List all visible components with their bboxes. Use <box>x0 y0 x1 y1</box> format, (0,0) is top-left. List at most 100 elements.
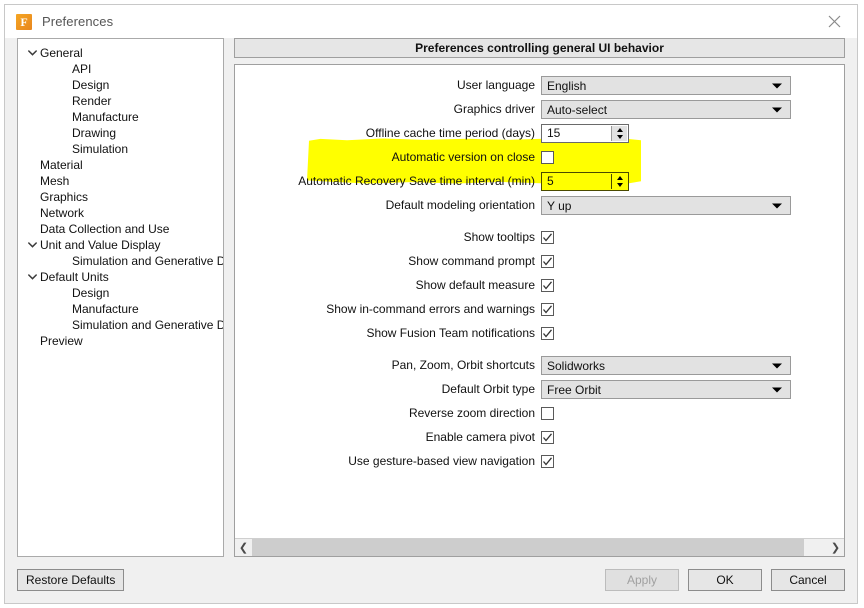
panel-header: Preferences controlling general UI behav… <box>234 38 845 58</box>
user-language-value: English <box>547 78 587 93</box>
window-title: Preferences <box>42 14 114 29</box>
apply-button[interactable]: Apply <box>605 569 679 591</box>
scrollbar-thumb[interactable] <box>252 539 804 556</box>
auto-recovery-interval-stepper[interactable]: 5 <box>541 172 629 191</box>
pan-zoom-orbit-shortcuts-combo[interactable]: Solidworks <box>541 356 791 375</box>
automatic-version-on-close-checkbox[interactable] <box>541 151 554 164</box>
scrollbar-track[interactable] <box>252 539 827 556</box>
sidebar-item-manufacture[interactable]: Manufacture <box>18 109 223 125</box>
sidebar-item-drawing[interactable]: Drawing <box>18 125 223 141</box>
sidebar-item-unit-and-value-display[interactable]: Unit and Value Display <box>18 237 223 253</box>
sidebar-item-label: Design <box>72 78 110 92</box>
sidebar-item-api[interactable]: API <box>18 61 223 77</box>
reverse-zoom-direction-checkbox[interactable] <box>541 407 554 420</box>
show-fusion-team-notifications-checkbox[interactable] <box>541 327 554 340</box>
chevron-right-icon[interactable]: ❯ <box>827 539 844 556</box>
ok-button[interactable]: OK <box>688 569 762 591</box>
sidebar-item-manufacture[interactable]: Manufacture <box>18 301 223 317</box>
sidebar-item-design[interactable]: Design <box>18 285 223 301</box>
chevron-left-icon[interactable]: ❮ <box>235 539 252 556</box>
cancel-button[interactable]: Cancel <box>771 569 845 591</box>
sidebar-item-label: Drawing <box>72 126 117 140</box>
sidebar-item-label: Network <box>40 206 85 220</box>
label-auto-recovery-interval: Automatic Recovery Save time interval (m… <box>298 174 535 188</box>
sidebar-item-general[interactable]: General <box>18 45 223 61</box>
sidebar-item-label: API <box>72 62 92 76</box>
horizontal-scrollbar[interactable]: ❮ ❯ <box>235 538 844 556</box>
sidebar-item-label: Unit and Value Display <box>40 238 161 252</box>
chevron-down-icon <box>772 83 782 88</box>
row-enable-camera-pivot: Enable camera pivot <box>235 428 844 447</box>
app-icon-letter: F <box>20 14 28 29</box>
row-automatic-version-on-close: Automatic version on close <box>235 148 844 167</box>
user-language-combo[interactable]: English <box>541 76 791 95</box>
sidebar-item-simulation-and-generative-design[interactable]: Simulation and Generative Design <box>18 317 223 333</box>
triangle-up-icon <box>616 175 623 180</box>
show-tooltips-checkbox[interactable] <box>541 231 554 244</box>
sidebar-item-label: Simulation and Generative Design <box>72 318 223 332</box>
chevron-down-icon <box>772 203 782 208</box>
settings-form: User language English Graphics driver Au… <box>235 65 844 471</box>
sidebar-item-simulation[interactable]: Simulation <box>18 141 223 157</box>
sidebar-item-label: Preview <box>40 334 83 348</box>
row-show-tooltips: Show tooltips <box>235 228 844 247</box>
show-in-command-errors-checkbox[interactable] <box>541 303 554 316</box>
stepper-up-button[interactable] <box>612 174 627 182</box>
row-pan-zoom-orbit-shortcuts: Pan, Zoom, Orbit shortcuts Solidworks <box>235 356 844 375</box>
row-user-language: User language English <box>235 76 844 95</box>
chevron-down-icon[interactable] <box>24 274 40 280</box>
use-gesture-navigation-checkbox[interactable] <box>541 455 554 468</box>
row-default-modeling-orientation: Default modeling orientation Y up <box>235 196 844 215</box>
stepper-down-button[interactable] <box>612 182 627 190</box>
chevron-down-icon[interactable] <box>24 242 40 248</box>
graphics-driver-value: Auto-select <box>547 102 608 117</box>
sidebar-item-design[interactable]: Design <box>18 77 223 93</box>
label-default-modeling-orientation: Default modeling orientation <box>385 198 535 212</box>
sidebar-item-graphics[interactable]: Graphics <box>18 189 223 205</box>
sidebar-item-label: Default Units <box>40 270 109 284</box>
show-default-measure-checkbox[interactable] <box>541 279 554 292</box>
sidebar-item-network[interactable]: Network <box>18 205 223 221</box>
sidebar-item-label: Manufacture <box>72 302 139 316</box>
default-modeling-orientation-value: Y up <box>547 198 572 213</box>
triangle-down-icon <box>616 183 623 188</box>
close-icon[interactable] <box>811 5 857 38</box>
enable-camera-pivot-checkbox[interactable] <box>541 431 554 444</box>
offline-cache-stepper[interactable]: 15 <box>541 124 629 143</box>
row-use-gesture-navigation: Use gesture-based view navigation <box>235 452 844 471</box>
show-command-prompt-checkbox[interactable] <box>541 255 554 268</box>
row-offline-cache: Offline cache time period (days) 15 <box>235 124 844 143</box>
sidebar-item-material[interactable]: Material <box>18 157 223 173</box>
label-enable-camera-pivot: Enable camera pivot <box>425 430 535 444</box>
sidebar-item-render[interactable]: Render <box>18 93 223 109</box>
sidebar-item-label: Material <box>40 158 83 172</box>
graphics-driver-combo[interactable]: Auto-select <box>541 100 791 119</box>
label-graphics-driver: Graphics driver <box>453 102 535 116</box>
preferences-tree[interactable]: General API Design Render Manufacture Drawing… <box>17 38 224 557</box>
default-orbit-type-combo[interactable]: Free Orbit <box>541 380 791 399</box>
sidebar-item-label: Mesh <box>40 174 70 188</box>
sidebar-item-label: Manufacture <box>72 110 139 124</box>
default-modeling-orientation-combo[interactable]: Y up <box>541 196 791 215</box>
row-reverse-zoom-direction: Reverse zoom direction <box>235 404 844 423</box>
sidebar-item-simulation-and-generative-design[interactable]: Simulation and Generative Design <box>18 253 223 269</box>
stepper-up-button[interactable] <box>612 126 627 134</box>
footer-actions: Apply OK Cancel <box>605 569 845 591</box>
sidebar-item-preview[interactable]: Preview <box>18 333 223 349</box>
sidebar-item-mesh[interactable]: Mesh <box>18 173 223 189</box>
chevron-down-icon[interactable] <box>24 50 40 56</box>
chevron-down-icon <box>772 363 782 368</box>
label-show-default-measure: Show default measure <box>415 278 535 292</box>
restore-defaults-button[interactable]: Restore Defaults <box>17 569 125 591</box>
stepper-buttons[interactable] <box>611 174 627 189</box>
stepper-buttons[interactable] <box>611 126 627 141</box>
sidebar-item-data-collection-and-use[interactable]: Data Collection and Use <box>18 221 223 237</box>
sidebar-item-default-units[interactable]: Default Units <box>18 269 223 285</box>
default-orbit-type-value: Free Orbit <box>547 382 602 397</box>
label-show-in-command-errors: Show in-command errors and warnings <box>326 302 535 316</box>
title-bar: F Preferences <box>5 5 857 38</box>
stepper-down-button[interactable] <box>612 134 627 142</box>
row-auto-recovery-interval: Automatic Recovery Save time interval (m… <box>235 172 844 191</box>
dialog-footer: Restore Defaults Apply OK Cancel <box>5 557 857 603</box>
row-default-orbit-type: Default Orbit type Free Orbit <box>235 380 844 399</box>
